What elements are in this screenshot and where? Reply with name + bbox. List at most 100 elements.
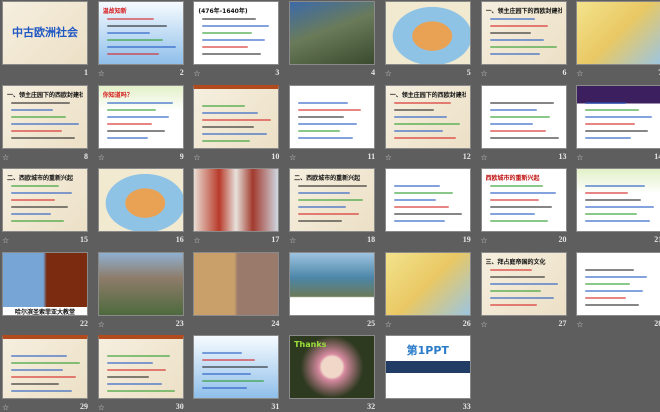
slide-text-line [585,108,640,111]
slide-thumbnail[interactable] [289,251,376,316]
slide-thumbnail[interactable]: 一、领主庄园下的西欧封建社会 [2,84,88,149]
slide-number: 17 [271,235,280,244]
animation-star-icon[interactable]: ☆ [481,320,488,329]
slide-thumbnail[interactable]: 西欧城市的重新兴起 [480,168,567,232]
slide-text-line [393,213,462,215]
slide-text-line [202,32,253,34]
slide-thumbnail[interactable] [97,335,184,399]
animation-star-icon[interactable]: ☆ [2,236,9,245]
slide-thumbnail[interactable] [289,1,376,65]
slide-thumbnail[interactable] [576,168,660,232]
slide-thumbnail[interactable] [384,251,471,316]
animation-star-icon[interactable]: ☆ [193,153,200,162]
slide-thumbnail[interactable] [576,1,660,65]
slide-text-line [202,139,251,142]
slide-text-line [489,115,550,118]
slide-text-line [489,46,557,48]
slide-number: 14 [654,151,660,161]
slide-title: 你知道吗？ [102,91,133,99]
slide-thumbnail[interactable] [193,335,280,399]
slide-text-line [11,122,79,125]
slide-thumbnail[interactable]: 一、领主庄园下的西欧封建社会 [384,84,471,149]
slide-text-line [489,122,533,125]
slide-number: 9 [179,151,184,161]
animation-star-icon[interactable]: ☆ [2,153,9,162]
slide-number: 4 [371,68,376,77]
slide-thumbnail[interactable] [2,335,88,399]
slide-text-line [393,115,447,118]
animation-star-icon[interactable]: ☆ [193,236,200,245]
slide-thumbnail[interactable]: 温故知新 [97,1,184,65]
animation-star-icon[interactable]: ☆ [289,153,296,162]
slide-text-line [489,18,535,20]
slide-thumbnail[interactable] [384,1,471,65]
slide-thumbnail[interactable] [289,84,376,149]
animation-star-icon[interactable]: ☆ [481,236,488,245]
slide-number: 24 [271,318,280,328]
slide-thumbnail[interactable] [193,168,280,232]
slide-thumbnail[interactable] [97,251,184,316]
slide-number: 7 [642,68,660,77]
slide-thumbnail[interactable] [576,84,660,149]
slide-text-line [106,18,154,20]
animation-star-icon[interactable]: ☆ [576,69,583,78]
slide-text-line [298,206,347,208]
animation-star-icon[interactable]: ☆ [98,153,105,162]
slide-thumbnail[interactable]: 第1PPT [384,335,471,399]
slide-thumbnail[interactable] [97,168,184,232]
slide-text-line [106,122,152,125]
slide-number: 1 [84,68,88,77]
slide-thumbnail[interactable] [384,168,471,232]
slide-number: 25 [367,318,376,328]
slide-title: Thanks [294,340,327,349]
slide-number: 15 [80,235,88,244]
slide-text-line [489,199,539,201]
slide-thumbnail[interactable]: (476年-1640年) [193,1,280,65]
animation-star-icon[interactable]: ☆ [576,153,583,162]
slide-thumbnail[interactable] [576,251,660,316]
slide-text-line [489,275,545,278]
slide-text-line [585,129,649,132]
slide-thumbnail[interactable]: Thanks [289,335,376,399]
slide-text-line [202,380,265,382]
animation-star-icon[interactable]: ☆ [385,153,392,162]
slide-number: 11 [367,151,376,161]
animation-star-icon[interactable]: ☆ [98,320,105,329]
slide-thumbnail[interactable] [480,84,567,149]
slide-title: 第1PPT [406,344,449,357]
slide-text-line [11,136,75,139]
animation-star-icon[interactable]: ☆ [385,320,392,329]
slide-text-line [202,373,252,375]
slide-number: 30 [175,402,184,411]
slide-thumbnail[interactable]: 哈尔滨圣索菲亚大教堂 [2,251,88,316]
slide-text-line [106,390,175,392]
slide-text-line [489,25,548,27]
animation-star-icon[interactable]: ☆ [481,153,488,162]
animation-star-icon[interactable]: ☆ [289,236,296,245]
slide-text-line [298,185,368,187]
slide-thumbnail[interactable]: 二、西欧城市的重新兴起 [289,168,376,232]
slide-text-line [393,185,440,187]
slide-thumbnail[interactable] [193,251,280,316]
slide-text-line [393,192,453,194]
animation-star-icon[interactable]: ☆ [385,69,392,78]
slide-thumbnail[interactable]: 你知道吗？ [97,84,184,149]
slide-number: 19 [462,235,471,244]
slide-text-line [298,192,351,194]
slide-thumbnail[interactable]: 二、西欧城市的重新兴起 [2,168,88,232]
slide-number: 3 [275,68,280,77]
animation-star-icon[interactable]: ☆ [576,320,583,329]
slide-thumbnail[interactable]: 三、拜占庭帝国的文化 [480,251,567,316]
slide-thumbnail[interactable]: 一、领主庄园下的西欧封建社会 [480,1,567,65]
slide-text-line [585,199,642,201]
slide-thumbnail[interactable]: 中古欧洲社会 [2,1,88,65]
animation-star-icon[interactable]: ☆ [481,69,488,78]
slide-thumbnail[interactable] [193,84,280,149]
animation-star-icon[interactable]: ☆ [98,69,105,78]
slide-number: 6 [562,68,567,77]
slide-text-line [106,376,149,378]
animation-star-icon[interactable]: ☆ [193,69,200,78]
slide-title: 西欧城市的重新兴起 [485,175,540,182]
slide-text-line [106,32,150,34]
slide-number: 13 [558,151,567,161]
